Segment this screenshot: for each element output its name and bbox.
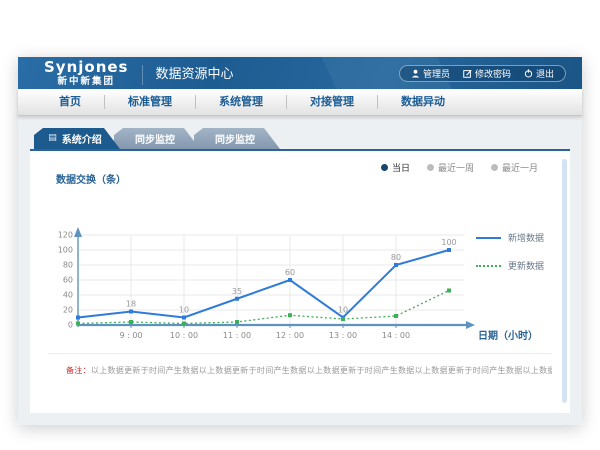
content-area: ▤ 系统介绍 同步监控 同步监控 当日 最近一周 最近一月 数据交换（条） 0 20 40 60…: [18, 116, 582, 425]
chart-panel: 当日 最近一周 最近一月 数据交换（条） 0 20 40 60 80 100 120 9 : 00…: [30, 149, 570, 413]
svg-text:100: 100: [58, 246, 73, 255]
radio-icon: [381, 164, 388, 171]
svg-text:60: 60: [63, 276, 73, 285]
nav-item-1[interactable]: 标准管理: [104, 95, 195, 109]
logout-label: 退出: [536, 67, 554, 80]
panel-scrollbar[interactable]: [562, 159, 567, 403]
line-chart: 0 20 40 60 80 100 120 9 : 00 10 : 00 11 : 00 12 : …: [38, 187, 538, 351]
svg-text:11 : 00: 11 : 00: [223, 331, 251, 340]
legend-item-0: 新增数据: [476, 231, 562, 244]
svg-text:20: 20: [63, 306, 73, 315]
svg-text:日期（小时）: 日期（小时）: [478, 329, 538, 342]
svg-text:12 : 00: 12 : 00: [276, 331, 304, 340]
footnote-label: 备注：: [66, 366, 91, 375]
svg-text:80: 80: [63, 261, 73, 270]
legend-label: 新增数据: [508, 231, 544, 244]
user-name: 管理员: [423, 67, 450, 80]
svg-text:18: 18: [126, 300, 136, 309]
filter-label: 最近一周: [438, 161, 474, 174]
svg-text:9 : 00: 9 : 00: [119, 331, 142, 340]
filter-radio-1[interactable]: 最近一周: [427, 161, 474, 174]
app-title: 数据资源中心: [142, 65, 234, 85]
svg-text:35: 35: [232, 287, 242, 296]
footnote: 备注：以上数据更新于时间产生数据以上数据更新于时间产生数据以上数据更新于时间产生…: [48, 353, 552, 376]
change-password-button[interactable]: 修改密码: [463, 67, 511, 80]
tab-label: 同步监控: [215, 131, 255, 146]
legend-swatch: [476, 237, 501, 239]
radio-icon: [427, 164, 434, 171]
filter-radio-2[interactable]: 最近一月: [491, 161, 538, 174]
nav-item-2[interactable]: 系统管理: [195, 95, 286, 109]
logout-button[interactable]: 退出: [524, 67, 554, 80]
document-icon: ▤: [48, 134, 57, 143]
tab-2[interactable]: 同步监控: [194, 128, 280, 149]
tab-bar: ▤ 系统介绍 同步监控 同步监控: [34, 128, 570, 149]
chart-row: 0 20 40 60 80 100 120 9 : 00 10 : 00 11 : 00 12 : …: [38, 187, 562, 351]
svg-text:14 : 00: 14 : 00: [382, 331, 410, 340]
y-axis-title: 数据交换（条）: [56, 175, 562, 187]
main-nav: 首页标准管理系统管理对接管理数据异动: [18, 89, 582, 116]
svg-text:40: 40: [63, 291, 73, 300]
footnote-text: 以上数据更新于时间产生数据以上数据更新于时间产生数据以上数据更新于时间产生数据以…: [91, 366, 552, 375]
svg-text:100: 100: [441, 238, 456, 247]
radio-icon: [491, 164, 498, 171]
svg-text:0: 0: [68, 321, 73, 330]
tab-label: 系统介绍: [62, 131, 102, 146]
filter-label: 当日: [392, 161, 410, 174]
filter-label: 最近一月: [502, 161, 538, 174]
nav-item-0[interactable]: 首页: [36, 95, 104, 109]
tab-0[interactable]: ▤ 系统介绍: [34, 128, 120, 149]
tab-label: 同步监控: [135, 131, 175, 146]
logo: Synjones 新中新集团: [18, 60, 129, 87]
logo-subtitle: 新中新集团: [44, 77, 129, 87]
svg-text:13 : 00: 13 : 00: [329, 331, 357, 340]
edit-icon: [463, 69, 472, 78]
svg-text:120: 120: [58, 231, 73, 240]
legend-swatch: [476, 265, 501, 267]
app-window: Synjones 新中新集团 数据资源中心 管理员 修改密码: [18, 57, 582, 425]
chart-legend: 新增数据更新数据: [476, 231, 562, 272]
svg-text:10: 10: [338, 306, 348, 315]
svg-text:60: 60: [285, 268, 295, 277]
nav-item-4[interactable]: 数据异动: [377, 95, 468, 109]
svg-text:80: 80: [391, 253, 401, 262]
user-toolbar: 管理员 修改密码 退出: [399, 65, 566, 82]
user-button[interactable]: 管理员: [411, 67, 450, 80]
nav-item-3[interactable]: 对接管理: [286, 95, 377, 109]
legend-label: 更新数据: [508, 259, 544, 272]
filter-radio-0[interactable]: 当日: [381, 161, 410, 174]
legend-item-1: 更新数据: [476, 259, 562, 272]
user-icon: [411, 69, 420, 78]
power-icon: [524, 69, 533, 78]
svg-text:10: 10: [179, 306, 189, 315]
page-background: Synjones 新中新集团 数据资源中心 管理员 修改密码: [0, 0, 600, 450]
tab-1[interactable]: 同步监控: [114, 128, 200, 149]
change-password-label: 修改密码: [475, 67, 511, 80]
range-filter-group: 当日 最近一周 最近一月: [38, 159, 562, 175]
header: Synjones 新中新集团 数据资源中心 管理员 修改密码: [18, 57, 582, 89]
svg-text:10 : 00: 10 : 00: [170, 331, 198, 340]
logo-wordmark: Synjones: [44, 60, 129, 75]
